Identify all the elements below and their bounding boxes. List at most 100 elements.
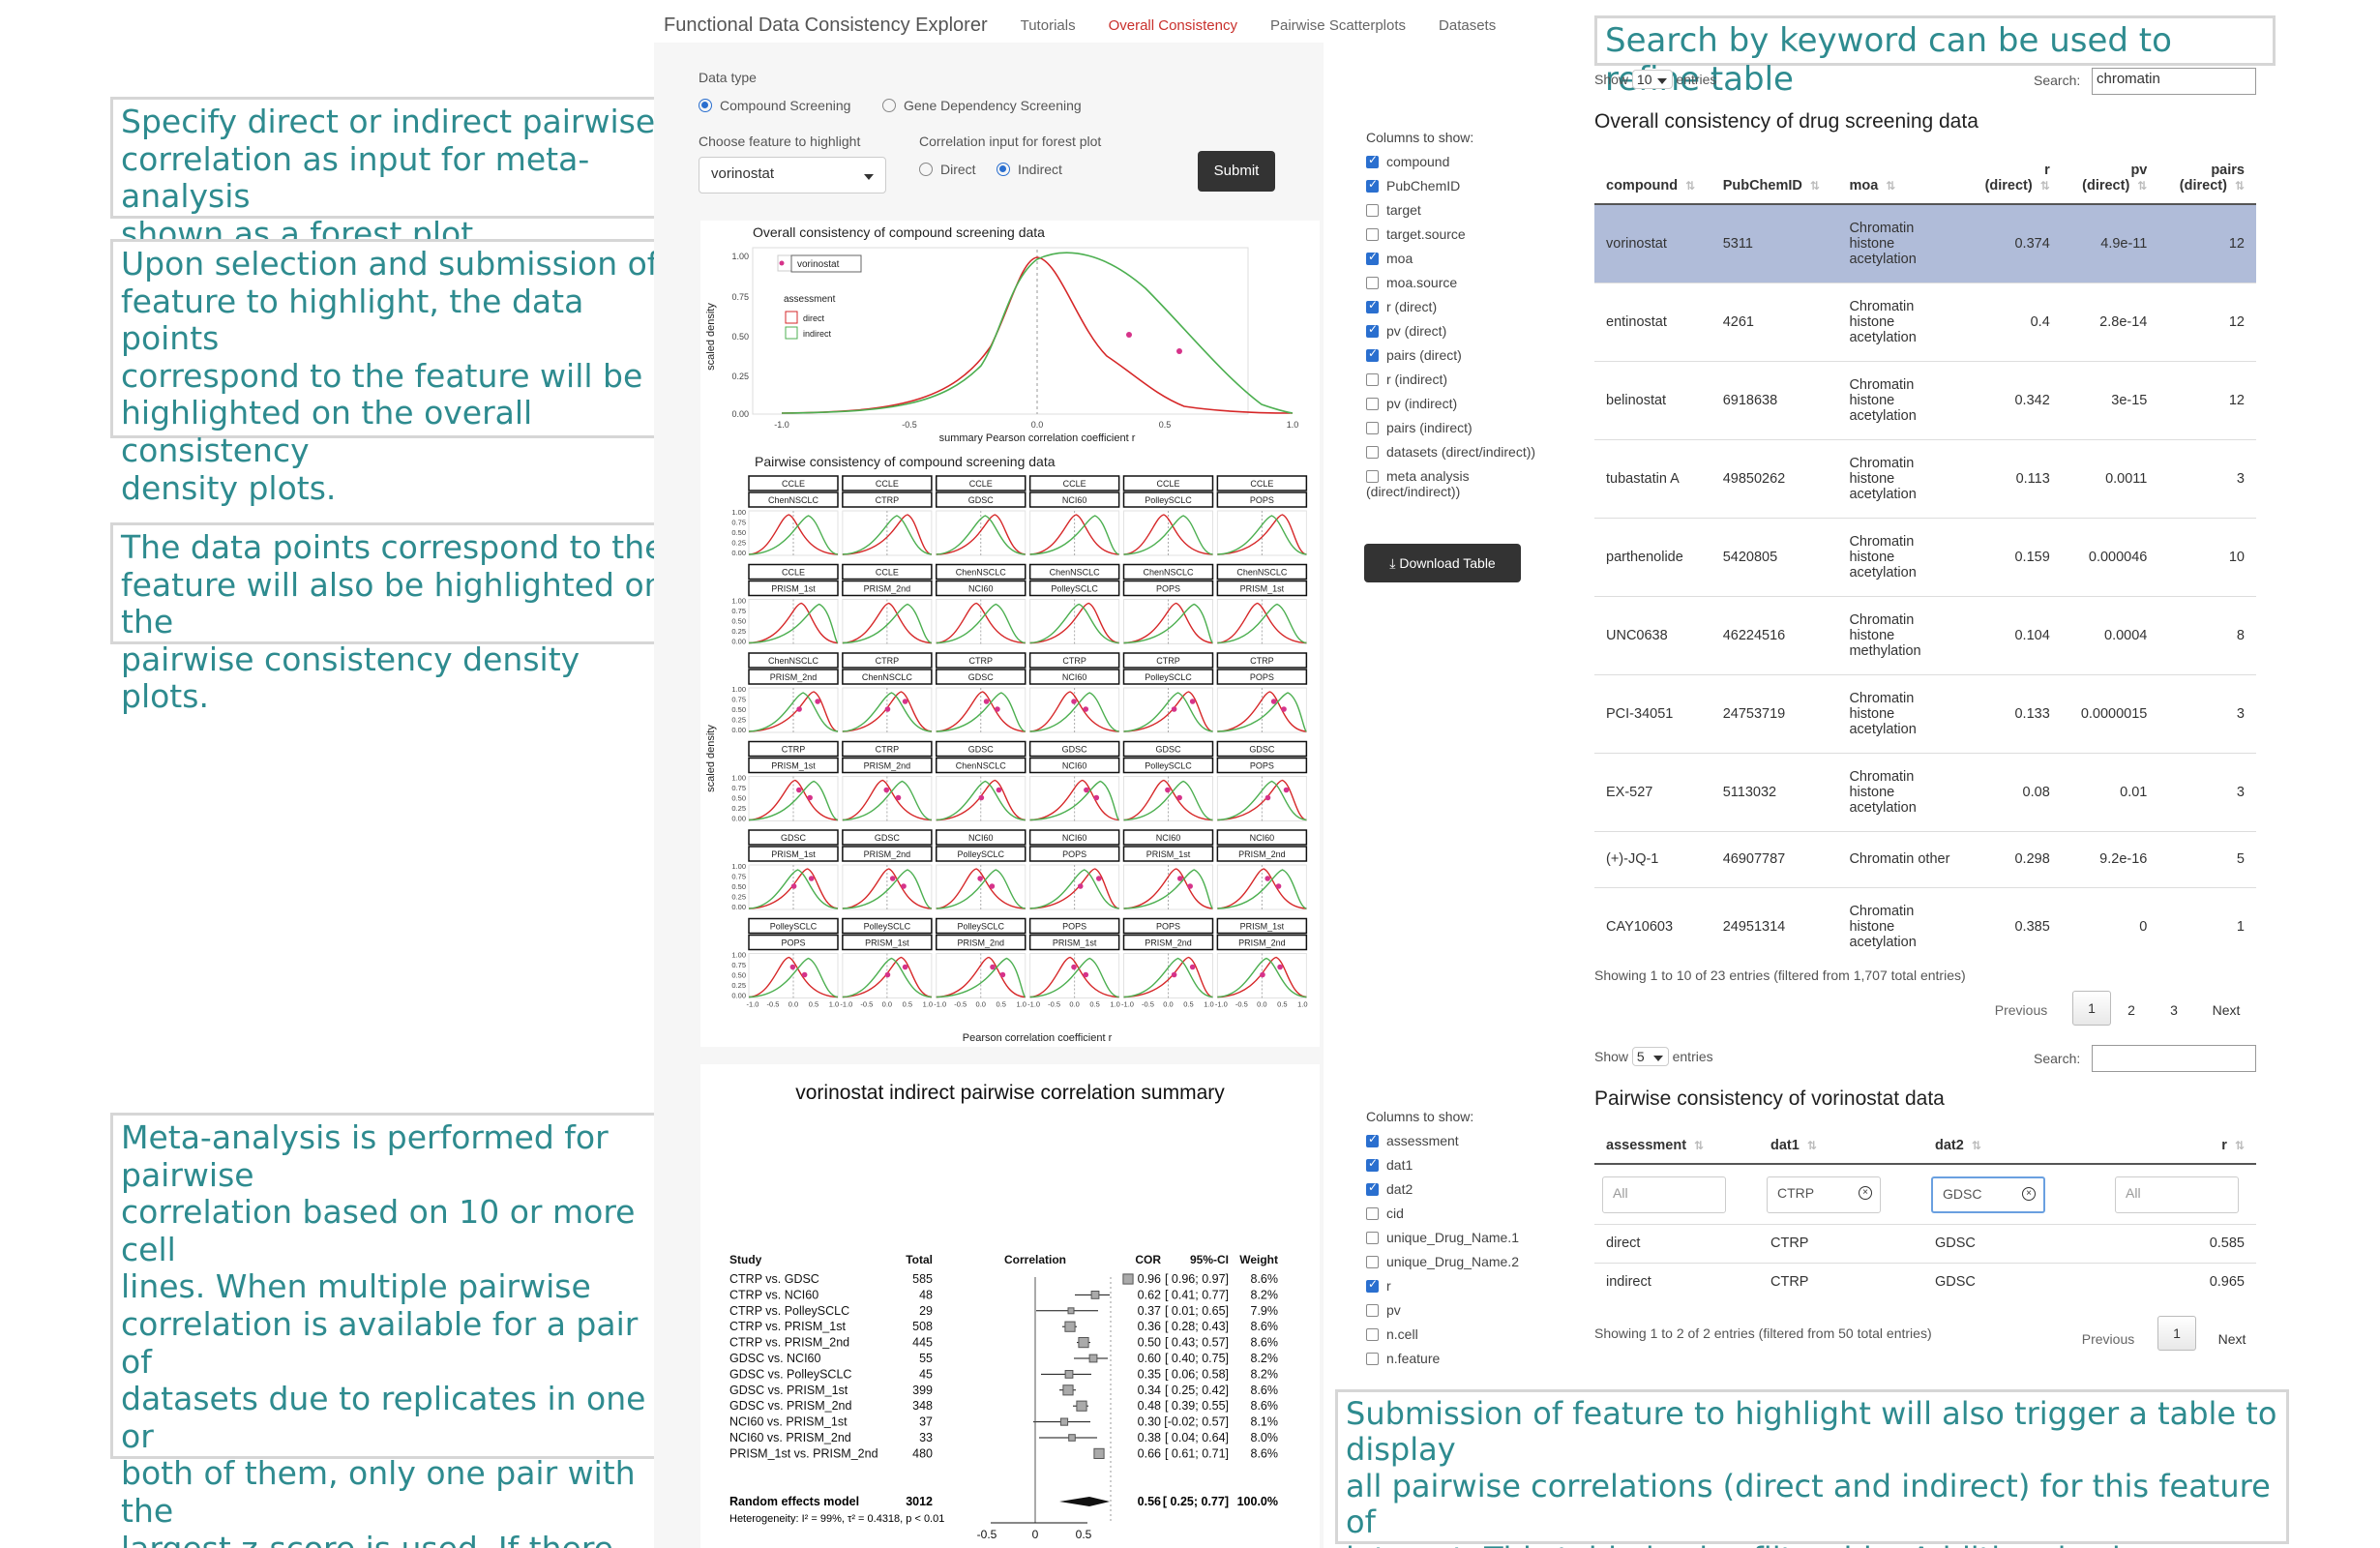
radio-indirect[interactable]: Indirect (997, 162, 1062, 177)
checkbox-icon[interactable] (1366, 1353, 1379, 1365)
col-pubchemid[interactable]: PubChemID (1711, 153, 1838, 205)
column-toggle[interactable]: cid (1366, 1206, 1560, 1221)
checkbox-icon[interactable] (1366, 1328, 1379, 1341)
table-row[interactable]: tubastatin A 49850262 Chromatin histone ac… (1594, 438, 2256, 518)
table-row[interactable]: indirect CTRP GDSC 0.965 (1594, 1262, 2256, 1301)
checkbox-icon[interactable] (1366, 177, 1379, 193)
column-toggle[interactable]: unique_Drug_Name.1 (1366, 1230, 1560, 1245)
feature-select[interactable]: vorinostat (699, 157, 886, 194)
table2-length-select[interactable]: 5 (1631, 1047, 1669, 1066)
tab-pairwise-scatterplots[interactable]: Pairwise Scatterplots (1270, 17, 1406, 34)
table1-next-button[interactable]: Next (2202, 997, 2250, 1024)
table-row[interactable]: direct CTRP GDSC 0.585 (1594, 1223, 2256, 1263)
column-toggle[interactable]: pv (direct) (1366, 322, 1540, 339)
table2-page-1[interactable]: 1 (2157, 1316, 2196, 1351)
column-toggle[interactable]: datasets (direct/indirect)) (1366, 444, 1540, 460)
radio-compound-screening[interactable]: Compound Screening (699, 98, 850, 113)
checkbox-icon[interactable] (1366, 422, 1379, 434)
tab-overall-consistency[interactable]: Overall Consistency (1109, 17, 1237, 34)
checkbox-icon[interactable] (1366, 1132, 1379, 1147)
checkbox-icon[interactable] (1366, 1277, 1379, 1293)
column-toggle[interactable]: target.source (1366, 226, 1540, 242)
col-pv-direct[interactable]: pv (direct) (2061, 153, 2159, 205)
column-toggle[interactable]: pv (1366, 1302, 1560, 1318)
table-row[interactable]: vorinostat 5311 Chromatin histone acetylat… (1594, 203, 2256, 283)
col-dat2[interactable]: dat2 (1923, 1128, 2088, 1165)
table1-page-1[interactable]: 1 (2072, 991, 2111, 1026)
table2-prev-button[interactable]: Previous (2072, 1325, 2144, 1353)
filter-dat2[interactable]: GDSC × (1931, 1176, 2045, 1213)
column-toggle[interactable]: r (indirect) (1366, 372, 1540, 387)
checkbox-icon[interactable] (1366, 1304, 1379, 1317)
tab-tutorials[interactable]: Tutorials (1021, 17, 1076, 34)
table-row[interactable]: belinostat 6918638 Chromatin histone acety… (1594, 360, 2256, 439)
column-toggle[interactable]: r (1366, 1277, 1560, 1294)
checkbox-icon[interactable] (1366, 277, 1379, 289)
col-pairs-direct[interactable]: pairs (direct) (2158, 153, 2256, 205)
brand-title[interactable]: Functional Data Consistency Explorer (664, 15, 988, 37)
column-toggle[interactable]: pv (indirect) (1366, 396, 1540, 411)
column-toggle[interactable]: compound (1366, 153, 1540, 169)
column-toggle[interactable]: pairs (indirect) (1366, 420, 1540, 435)
checkbox-icon[interactable] (1366, 346, 1379, 362)
checkbox-icon[interactable] (1366, 228, 1379, 241)
filter-dat1[interactable]: CTRP × (1767, 1176, 1881, 1213)
submit-button[interactable]: Submit (1198, 151, 1275, 192)
table1-length-select[interactable]: 10 (1631, 70, 1673, 89)
filter-r[interactable]: All (2115, 1176, 2239, 1213)
checkbox-icon[interactable] (1366, 153, 1379, 168)
col-moa[interactable]: moa (1837, 153, 1965, 205)
checkbox-icon[interactable] (1366, 398, 1379, 410)
checkbox-icon[interactable] (1366, 250, 1379, 265)
table1-page-3[interactable]: 3 (2161, 997, 2187, 1024)
column-toggle[interactable]: PubChemID (1366, 177, 1540, 194)
table-row[interactable]: parthenolide 5420805 Chromatin histone ace… (1594, 517, 2256, 596)
checkbox-icon[interactable] (1366, 446, 1379, 459)
table1-page-2[interactable]: 2 (2119, 997, 2144, 1024)
checkbox-icon[interactable] (1366, 298, 1379, 313)
table-row[interactable]: CAY10603 24951314 Chromatin histone acetyl… (1594, 886, 2256, 966)
tab-datasets[interactable]: Datasets (1439, 17, 1496, 34)
clear-icon[interactable]: × (2022, 1187, 2036, 1201)
column-toggle[interactable]: n.feature (1366, 1351, 1560, 1366)
table1-prev-button[interactable]: Previous (1987, 997, 2055, 1024)
checkbox-icon[interactable] (1366, 1232, 1379, 1244)
checkbox-icon[interactable] (1366, 373, 1379, 386)
filter-assessment[interactable]: All (1602, 1176, 1726, 1213)
radio-gene-dependency[interactable]: Gene Dependency Screening (882, 98, 1082, 113)
column-toggle[interactable]: dat2 (1366, 1180, 1560, 1197)
table-row[interactable]: entinostat 4261 Chromatin histone acetylat… (1594, 282, 2256, 361)
checkbox-icon[interactable] (1366, 1207, 1379, 1220)
column-toggle[interactable]: target (1366, 202, 1540, 218)
table-row[interactable]: EX-527 5113032 Chromatin histone acetylati… (1594, 752, 2256, 831)
column-toggle[interactable]: moa.source (1366, 275, 1540, 290)
checkbox-icon[interactable] (1366, 1256, 1379, 1268)
checkbox-icon[interactable] (1366, 204, 1379, 217)
clear-icon[interactable]: × (1859, 1186, 1872, 1200)
column-toggle[interactable]: n.cell (1366, 1326, 1560, 1342)
table-row[interactable]: (+)-JQ-1 46907787 Chromatin other 0.298 9.2e… (1594, 830, 2256, 887)
col-r[interactable]: r (2088, 1128, 2256, 1165)
download-table-button[interactable]: ⤓ Download Table (1364, 544, 1521, 582)
radio-direct[interactable]: Direct (919, 162, 976, 177)
table1-search-input[interactable]: chromatin (2092, 68, 2256, 95)
column-toggle[interactable]: meta analysis (direct/indirect)) (1366, 468, 1540, 499)
checkbox-icon[interactable] (1366, 322, 1379, 338)
table2-next-button[interactable]: Next (2208, 1325, 2256, 1353)
column-toggle[interactable]: unique_Drug_Name.2 (1366, 1254, 1560, 1269)
checkbox-icon[interactable] (1366, 470, 1379, 483)
table-row[interactable]: PCI-34051 24753719 Chromatin histone acety… (1594, 673, 2256, 753)
col-compound[interactable]: compound (1594, 153, 1711, 205)
table-row[interactable]: UNC0638 46224516 Chromatin histone methyla… (1594, 595, 2256, 674)
col-dat1[interactable]: dat1 (1759, 1128, 1923, 1165)
column-toggle[interactable]: pairs (direct) (1366, 346, 1540, 363)
col-assessment[interactable]: assessment (1594, 1128, 1759, 1165)
col-r-direct[interactable]: r (direct) (1964, 153, 2062, 205)
table2-search-input[interactable] (2092, 1045, 2256, 1072)
column-toggle[interactable]: assessment (1366, 1132, 1560, 1148)
checkbox-icon[interactable] (1366, 1180, 1379, 1196)
column-toggle[interactable]: moa (1366, 250, 1540, 266)
column-toggle[interactable]: dat1 (1366, 1156, 1560, 1173)
checkbox-icon[interactable] (1366, 1156, 1379, 1172)
column-toggle[interactable]: r (direct) (1366, 298, 1540, 314)
